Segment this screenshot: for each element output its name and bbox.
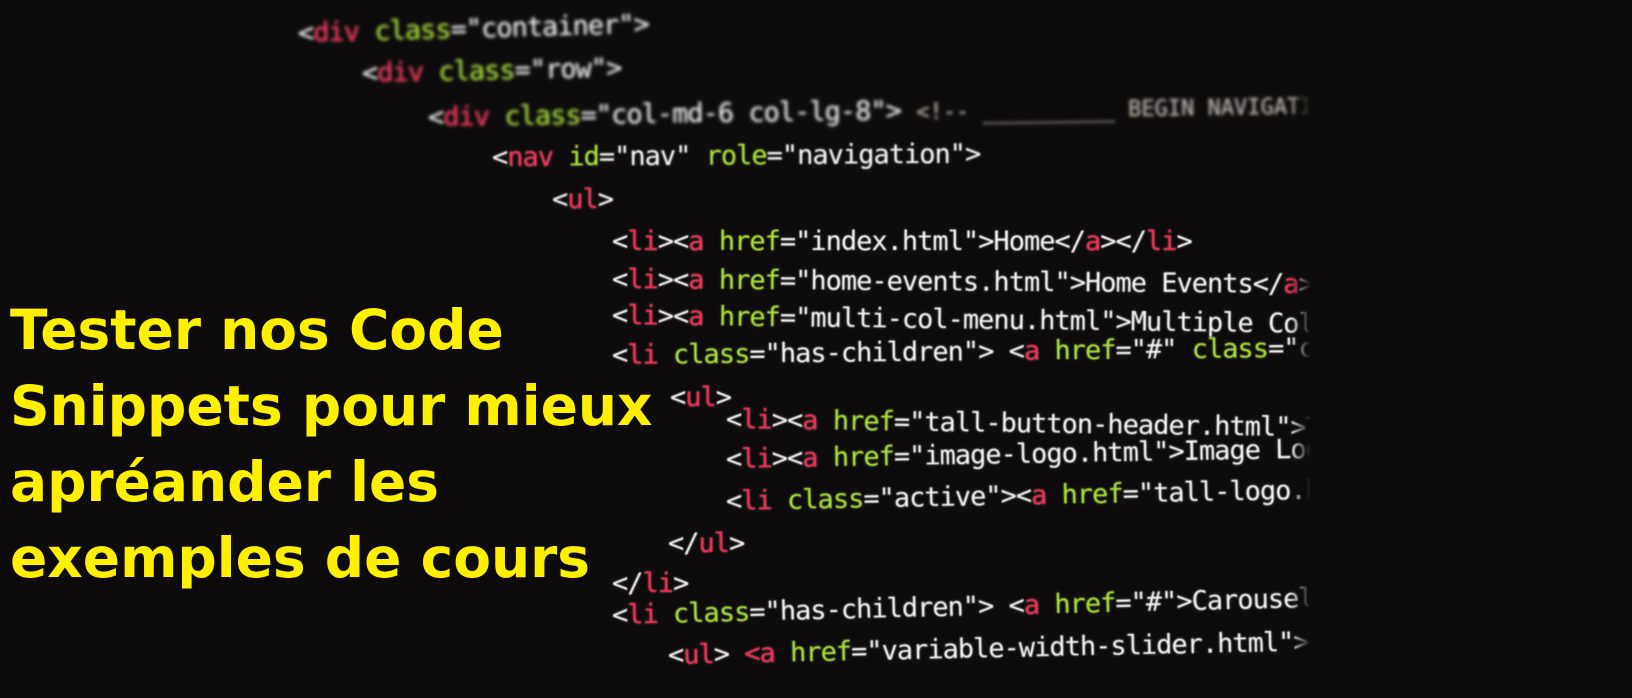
code-token: ="home-events.html">Home Events</	[779, 265, 1284, 300]
code-token: role	[705, 140, 767, 172]
code-token: <!-- __________ BEGIN NAVIGATION	[916, 94, 1341, 126]
code-token: <	[552, 184, 568, 215]
code-token: nav	[507, 141, 554, 173]
code-line: <nav id="nav" role="navigation">	[492, 139, 980, 173]
code-token: <	[297, 17, 314, 49]
code-token: li	[740, 485, 773, 517]
code-token: ><	[657, 226, 690, 257]
headline: Tester nos Code Snippets pour mieux apré…	[10, 298, 653, 590]
code-token: <	[491, 141, 508, 173]
code-token: >	[1176, 226, 1193, 257]
code-token: <	[611, 264, 628, 296]
code-token: ="index.html">Home</	[779, 226, 1086, 257]
code-token: href	[1061, 478, 1123, 511]
code-token: ><	[771, 404, 803, 437]
code-token: ="row">	[514, 52, 622, 86]
code-token: >	[713, 638, 745, 671]
code-line: <li><a href="index.html">Home</a></li>	[612, 226, 1193, 257]
code-token: id	[568, 141, 599, 173]
code-token: div	[376, 56, 424, 89]
code-token: ="#"	[1115, 333, 1192, 366]
code-token: ="navigation">	[766, 138, 981, 172]
code-token: div	[312, 16, 360, 49]
code-token: li	[740, 443, 773, 475]
code-token: href	[832, 441, 895, 474]
code-token: a	[759, 637, 776, 670]
code-line: <div class="container">	[298, 9, 650, 49]
code-token: <	[667, 639, 684, 671]
code-token: <	[611, 599, 628, 631]
code-token: ul	[567, 184, 599, 215]
code-token: li	[741, 404, 772, 436]
code-token: a	[1030, 479, 1047, 512]
code-token: a	[688, 264, 704, 296]
code-token: a	[802, 405, 818, 437]
code-token: class	[373, 14, 451, 47]
code-token: ="nav"	[598, 140, 706, 173]
code-token: li	[1146, 226, 1178, 257]
code-token: ="col-md-6 col-lg-8">	[580, 95, 917, 131]
code-line: <ul>	[552, 184, 614, 215]
code-token: li	[627, 264, 658, 296]
code-token: class	[786, 483, 864, 516]
code-token: a	[1023, 589, 1040, 621]
code-token: class	[504, 99, 581, 132]
code-token: a	[688, 226, 704, 257]
code-token: >	[597, 184, 614, 215]
code-token: href	[832, 405, 895, 438]
code-token: href	[1053, 587, 1116, 621]
code-token: li	[626, 598, 659, 631]
code-token: ="container">	[450, 8, 650, 46]
code-line: <div class="col-md-6 col-lg-8"> <!-- ___…	[428, 89, 1340, 133]
code-token: <	[427, 101, 444, 133]
code-token: >	[729, 528, 745, 559]
code-token: ><	[771, 442, 803, 475]
code-token: <	[361, 57, 378, 89]
code-edge-fade	[1290, 0, 1632, 698]
code-token: li	[627, 226, 659, 257]
code-token: href	[1054, 334, 1116, 367]
code-token: div	[443, 101, 490, 133]
code-token: a	[1084, 226, 1101, 257]
code-token: href	[789, 636, 852, 669]
code-token: ></	[1100, 226, 1147, 257]
code-token: href	[718, 226, 781, 257]
code-token: a	[1023, 335, 1040, 367]
code-token: ="has-children"> <	[749, 335, 1025, 370]
code-token: class	[1191, 333, 1269, 365]
code-token: ><	[657, 264, 689, 296]
code-token: class	[672, 596, 750, 630]
code-token: ="active"><	[863, 480, 1032, 515]
code-line: <div class="row">	[362, 53, 622, 89]
code-token: <	[743, 638, 760, 670]
code-token: <	[612, 226, 628, 257]
code-token: class	[437, 54, 515, 88]
code-token: a	[802, 442, 818, 474]
code-token: ="has-children"> <	[748, 589, 1025, 628]
code-token: ul	[682, 639, 715, 671]
